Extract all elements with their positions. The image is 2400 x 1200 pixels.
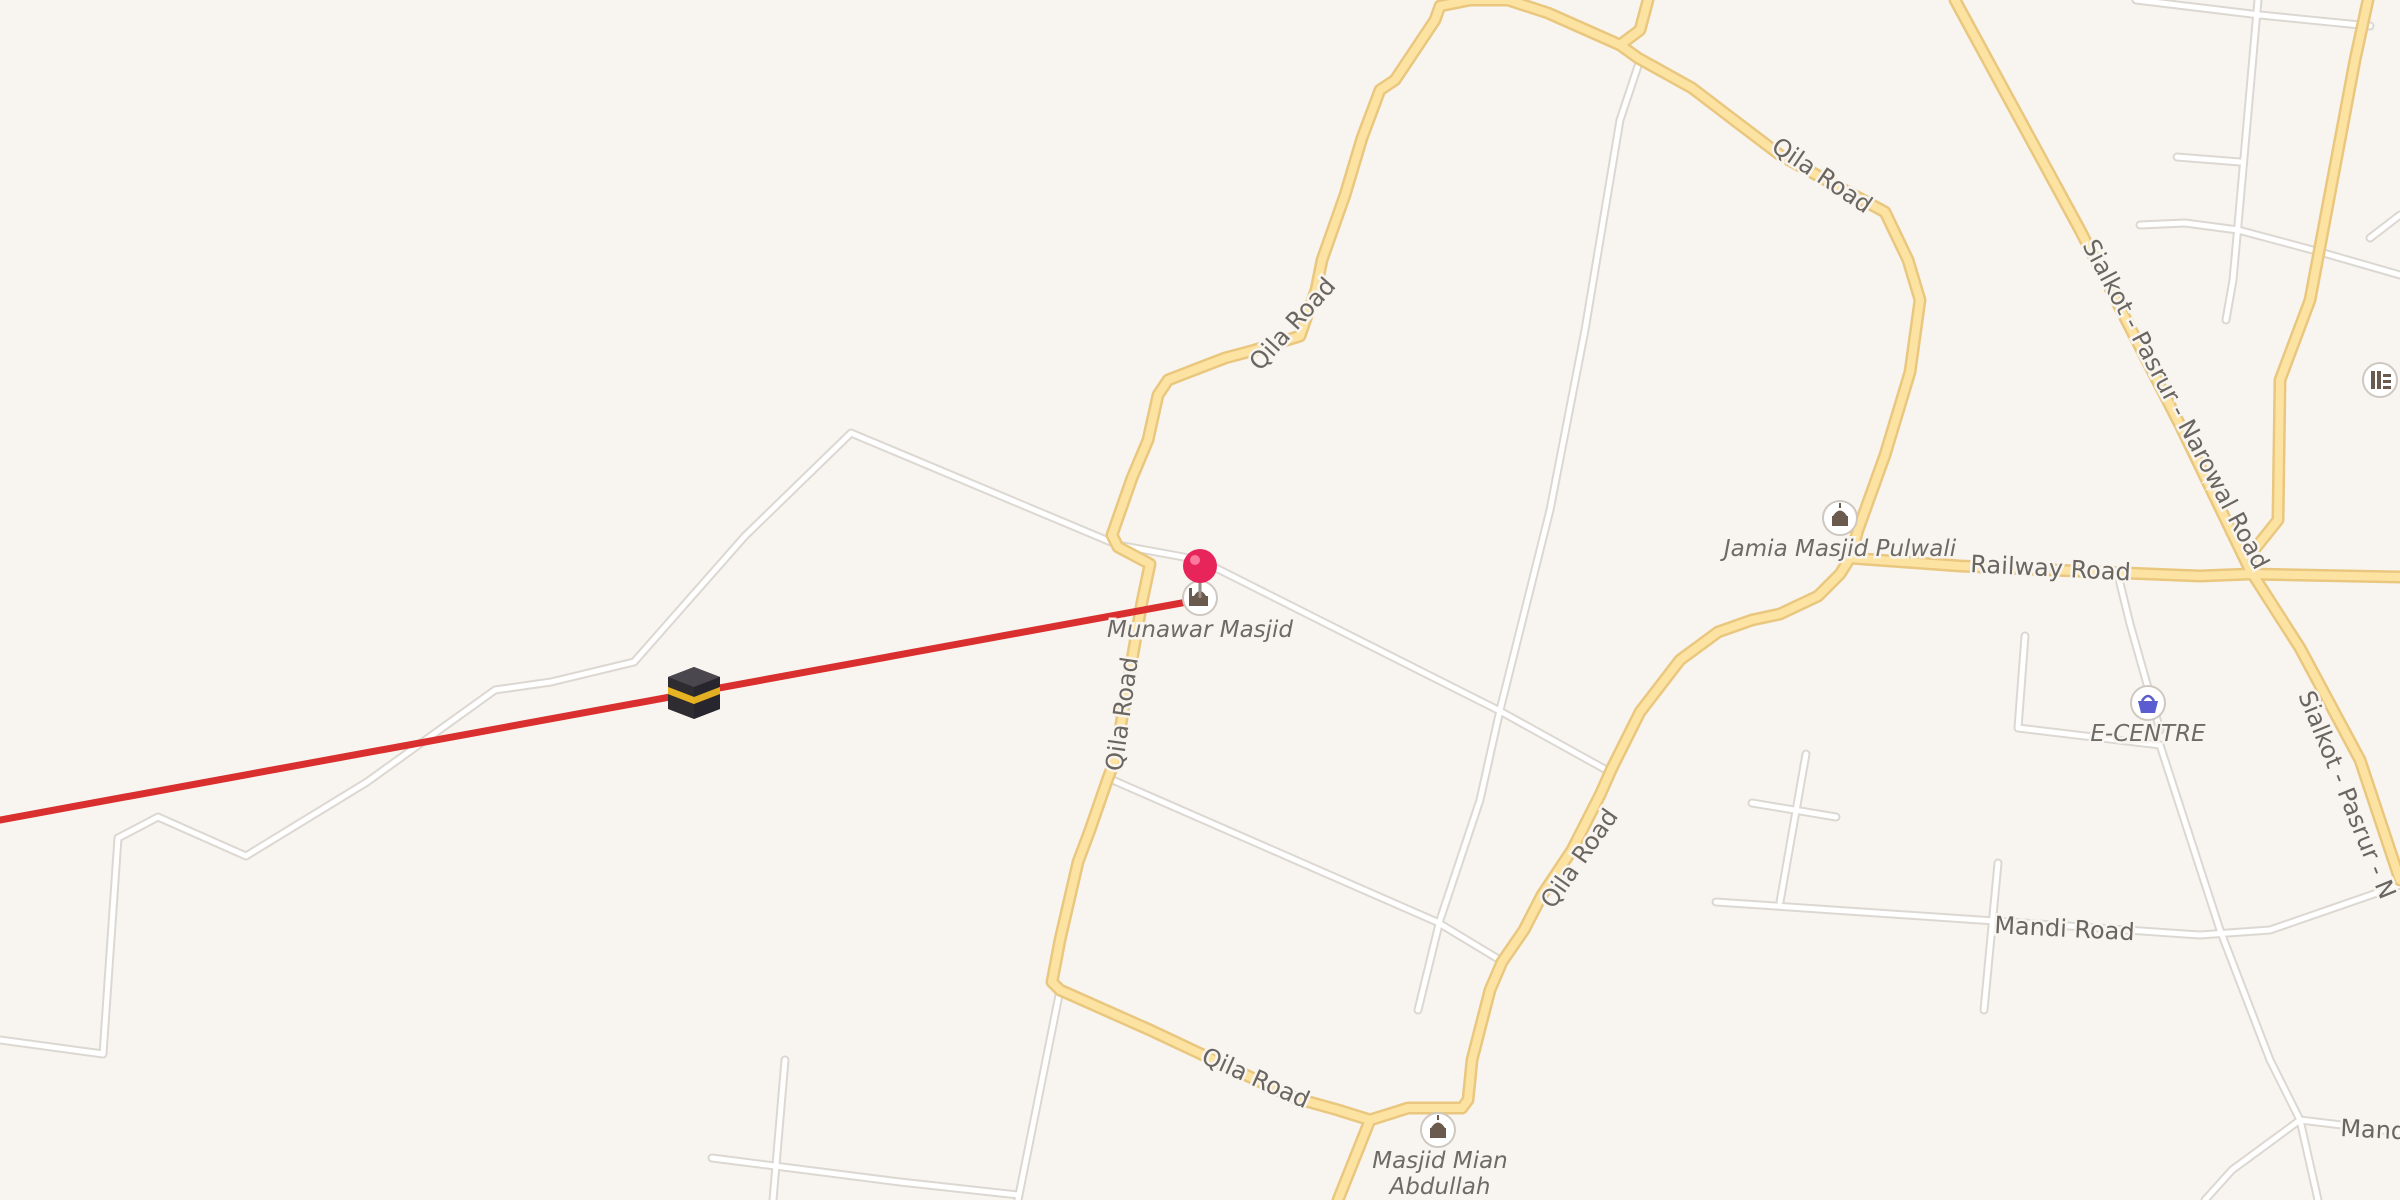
poi-label-masjid-mian-abdullah-line1: Masjid Mian (1372, 1148, 1508, 1174)
map-canvas[interactable]: Qila Road Qila Road Qila Road Qila Road … (0, 0, 2400, 1200)
poi-label-munawar-masjid: Munawar Masjid (1107, 617, 1293, 643)
shopping-basket-icon (2130, 685, 2166, 721)
kaaba-icon[interactable] (668, 667, 720, 719)
poi-label-jamia-masjid-pulwali: Jamia Masjid Pulwali (1720, 536, 1957, 562)
road-label-mandi-road-cut: Mand (2340, 1114, 2400, 1145)
poi-label-masjid-mian-abdullah-line2: Abdullah (1388, 1174, 1491, 1200)
mosque-icon (1420, 1112, 1456, 1148)
mosque-icon (1822, 500, 1858, 536)
poi-label-e-centre: E-CENTRE (2090, 721, 2206, 747)
library-icon[interactable] (2362, 362, 2398, 398)
